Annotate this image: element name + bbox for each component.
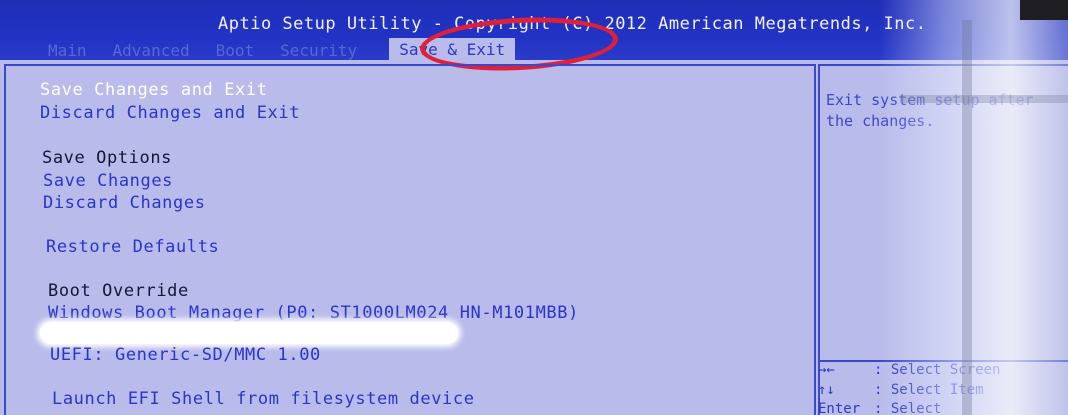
key-hint-enter: Enter : Select	[818, 401, 941, 415]
header-bar: Aptio Setup Utility - Copyright (C) 2012…	[0, 0, 1068, 60]
key-left-right: →←	[818, 362, 835, 378]
monitor-bezel	[1020, 0, 1068, 20]
tab-security[interactable]: Security	[280, 41, 357, 60]
redaction-mark	[40, 322, 458, 344]
save-options-heading: Save Options	[42, 148, 173, 168]
tab-bar: Main Advanced Boot Security Save & Exit	[48, 38, 516, 60]
key-enter: Enter	[818, 401, 861, 415]
key-hint-select-screen: →← : Select Screen	[818, 362, 1000, 378]
tab-boot[interactable]: Boot	[216, 41, 255, 60]
key-action-enter: : Select	[874, 401, 942, 415]
tab-main[interactable]: Main	[48, 41, 87, 60]
tab-save-exit[interactable]: Save & Exit	[389, 38, 516, 60]
boot-override-heading: Boot Override	[48, 281, 189, 301]
page-title: Aptio Setup Utility - Copyright (C) 2012…	[218, 14, 927, 34]
menu-item-save-changes-and-exit[interactable]: Save Changes and Exit	[40, 80, 268, 100]
help-text-line-1: Exit system setup after	[826, 91, 1034, 109]
key-action-select-screen: : Select Screen	[874, 362, 1001, 378]
help-text-line-2: the changes.	[826, 112, 935, 130]
menu-item-launch-efi-shell[interactable]: Launch EFI Shell from filesystem device	[52, 389, 475, 409]
key-up-down: ↑↓	[818, 382, 835, 398]
tab-advanced[interactable]: Advanced	[113, 41, 190, 60]
key-action-select-item: : Select Item	[874, 382, 984, 398]
bios-screen: Aptio Setup Utility - Copyright (C) 2012…	[0, 0, 1068, 415]
menu-item-restore-defaults[interactable]: Restore Defaults	[46, 237, 219, 257]
key-hint-select-item: ↑↓ : Select Item	[818, 382, 984, 398]
menu-item-windows-boot-manager[interactable]: Windows Boot Manager (P0: ST1000LM024 HN…	[48, 303, 579, 323]
menu-item-discard-changes[interactable]: Discard Changes	[43, 193, 206, 213]
menu-item-uefi-sd[interactable]: UEFI: Generic-SD/MMC 1.00	[50, 345, 321, 365]
menu-item-save-changes[interactable]: Save Changes	[43, 171, 173, 191]
menu-item-discard-changes-and-exit[interactable]: Discard Changes and Exit	[40, 103, 300, 123]
